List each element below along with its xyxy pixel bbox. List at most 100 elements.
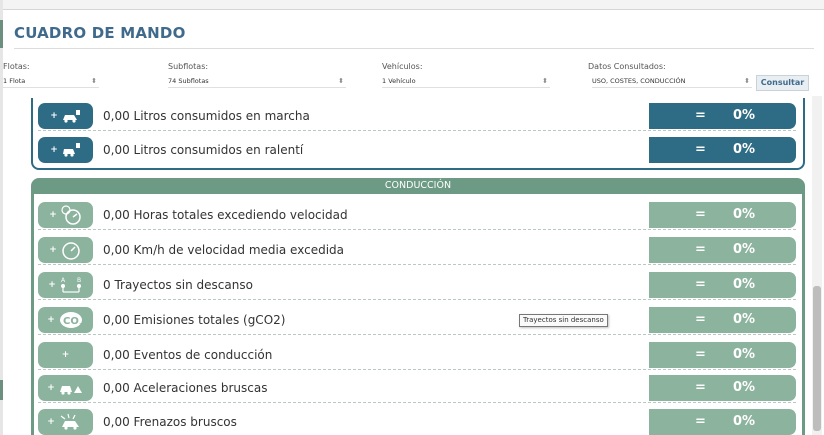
table-row: + 0,00 Horas totales excediendo velocida… (38, 199, 796, 230)
svg-text:A: A (61, 277, 66, 284)
table-row: + 0,00 Litros consumidos en ralentí = 0% (38, 134, 796, 165)
metric-label: 0,00 Frenazos bruscos (103, 415, 237, 429)
equal-indicator: = (695, 242, 706, 257)
edge-marker (0, 380, 3, 400)
route-no-rest-icon: A B (60, 277, 81, 293)
metric-value: = 0% (649, 307, 796, 333)
plus-icon: + (47, 315, 55, 325)
expand-row-button[interactable]: + (38, 375, 93, 401)
percentage-value: 0% (733, 312, 756, 327)
select-arrow-icon: ⬍ (744, 77, 750, 85)
equal-indicator: = (695, 380, 706, 395)
subflotas-label: Subflotas: (168, 62, 209, 71)
equal-indicator: = (695, 207, 706, 222)
equal-indicator: = (695, 347, 706, 362)
expand-row-button[interactable]: + (38, 237, 93, 263)
percentage-value: 0% (733, 108, 756, 123)
speedometer-clock-icon (61, 205, 81, 225)
plus-icon: + (61, 350, 70, 360)
metric-label: 0,00 Litros consumidos en ralentí (103, 143, 304, 157)
scrollbar[interactable] (812, 96, 822, 435)
top-bar (0, 0, 824, 10)
tooltip: Trayectos sin descanso (519, 314, 608, 327)
plus-icon: + (50, 145, 58, 155)
flotas-select[interactable]: 1 Flota ⬍ (3, 74, 99, 88)
table-row: + 0,00 Eventos de conducción = 0% (38, 339, 796, 370)
metric-value: = 0% (649, 202, 796, 228)
percentage-value: 0% (733, 347, 756, 362)
expand-row-button[interactable]: + (38, 342, 93, 368)
table-row: + 0,00 Km/h de velocidad media excedida … (38, 234, 796, 265)
equal-indicator: = (695, 142, 706, 157)
plus-icon: + (49, 245, 57, 255)
select-arrow-icon: ⬍ (338, 77, 344, 85)
table-row: + A B 0 Trayectos sin descanso = 0% (38, 269, 796, 300)
filter-bar: Flotas: 1 Flota ⬍ Subflotas: 74 Subflota… (0, 62, 824, 94)
car-fuel-icon (62, 110, 80, 123)
subflotas-value: 74 Subflotas (168, 77, 209, 85)
edge-marker (0, 20, 3, 48)
metric-label: 0 Trayectos sin descanso (103, 278, 253, 292)
expand-row-button[interactable]: + (38, 202, 93, 228)
scrollbar-thumb[interactable] (813, 286, 821, 431)
expand-row-button[interactable]: + (38, 103, 93, 129)
page-title: CUADRO DE MANDO (14, 24, 186, 42)
header-divider (14, 48, 814, 49)
plus-icon: + (47, 383, 55, 393)
equal-indicator: = (695, 312, 706, 327)
metric-value: = 0% (649, 409, 796, 435)
expand-row-button[interactable]: + CO 2 (38, 307, 93, 333)
equal-indicator: = (695, 108, 706, 123)
flotas-value: 1 Flota (3, 77, 26, 85)
svg-text:CO: CO (63, 316, 79, 327)
metric-label: 0,00 Km/h de velocidad media excedida (103, 243, 345, 257)
expand-row-button[interactable]: + (38, 137, 93, 163)
svg-text:B: B (77, 277, 81, 284)
subflotas-select[interactable]: 74 Subflotas ⬍ (168, 74, 346, 88)
metric-value: = 0% (649, 342, 796, 368)
metric-label: 0,00 Horas totales excediendo velocidad (103, 208, 348, 222)
car-idle-fuel-icon (62, 143, 80, 157)
plus-icon: + (49, 210, 57, 220)
table-row: + CO 2 0,00 Emisiones totales (gCO2) = 0… (38, 304, 796, 335)
plus-icon: + (50, 111, 58, 121)
metric-value: = 0% (649, 103, 796, 129)
percentage-value: 0% (733, 142, 756, 157)
datos-label: Datos Consultados: (588, 62, 666, 71)
metric-value: = 0% (649, 375, 796, 401)
plus-icon: + (48, 280, 56, 290)
metric-label: 0,00 Aceleraciones bruscas (103, 381, 268, 395)
consultar-button[interactable]: Consultar (756, 75, 809, 91)
expand-row-button[interactable]: + (38, 409, 93, 435)
vehiculos-label: Vehículos: (382, 62, 423, 71)
equal-indicator: = (695, 414, 706, 429)
percentage-value: 0% (733, 242, 756, 257)
select-arrow-icon: ⬍ (542, 77, 548, 85)
vehiculos-value: 1 Vehículo (382, 77, 416, 85)
metric-value: = 0% (649, 272, 796, 298)
equal-indicator: = (695, 277, 706, 292)
metric-value: = 0% (649, 237, 796, 263)
percentage-value: 0% (733, 380, 756, 395)
select-arrow-icon: ⬍ (91, 77, 97, 85)
harsh-acceleration-icon (59, 386, 82, 395)
datos-select[interactable]: USO, COSTES, CONDUCCIÓN ⬍ (592, 74, 752, 88)
flotas-label: Flotas: (3, 62, 30, 71)
section-title: CONDUCCIÓN (384, 180, 452, 191)
expand-row-button[interactable]: + A B (38, 272, 93, 298)
table-row: + 0,00 Aceleraciones bruscas = 0% (38, 372, 796, 403)
metric-label: 0,00 Eventos de conducción (103, 348, 273, 362)
svg-text:2: 2 (79, 323, 82, 329)
plus-icon: + (47, 417, 55, 427)
co2-icon: CO 2 (59, 312, 82, 329)
harsh-braking-icon (60, 413, 79, 430)
metric-label: 0,00 Litros consumidos en marcha (103, 109, 310, 123)
speedometer-icon (62, 242, 80, 260)
metric-label: 0,00 Emisiones totales (gCO2) (103, 313, 286, 327)
percentage-value: 0% (733, 277, 756, 292)
percentage-value: 0% (733, 414, 756, 429)
vehiculos-select[interactable]: 1 Vehículo ⬍ (382, 74, 550, 88)
table-row: + 0,00 Frenazos bruscos = 0% (38, 406, 796, 435)
datos-value: USO, COSTES, CONDUCCIÓN (592, 77, 686, 85)
table-row: + 0,00 Litros consumidos en marcha = 0% (38, 100, 796, 131)
